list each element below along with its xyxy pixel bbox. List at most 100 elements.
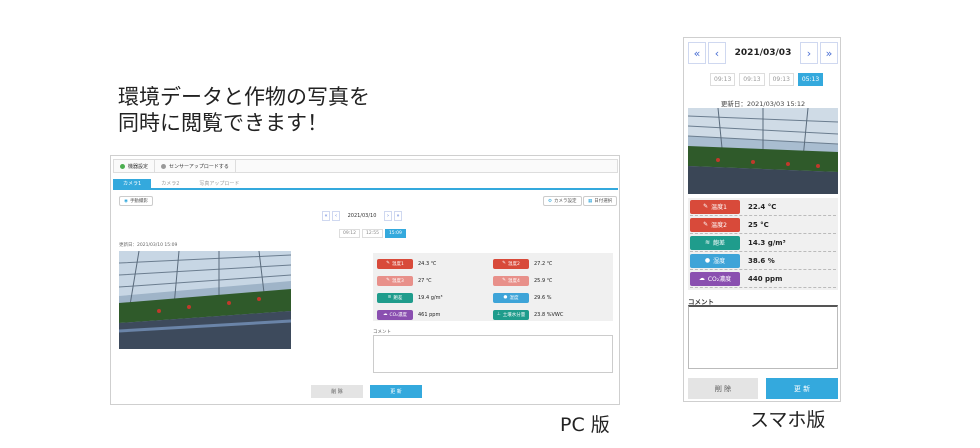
- time-button[interactable]: 09:13: [710, 73, 736, 86]
- sensor-badge: ✎ 温度1: [377, 258, 413, 269]
- pc-date-nav: « ‹ 2021/03/10 › »: [322, 211, 402, 221]
- current-date: 2021/03/10: [347, 213, 377, 219]
- sp-update-button[interactable]: 更 新: [766, 378, 838, 399]
- tab-camera-1[interactable]: カメラ1: [113, 179, 152, 188]
- sensor-label: 温度1: [711, 204, 727, 211]
- sensor-temp-1: ✎ 温度1 22.4 °C: [690, 198, 836, 216]
- date-select-label: 日付選択: [594, 199, 613, 204]
- sensor-value: 27 ℃: [418, 277, 432, 284]
- sensor-value: 14.3 g/m³: [748, 238, 786, 247]
- pc-updated-at: 更新日：2021/03/10 15:09: [119, 243, 178, 248]
- time-button-active[interactable]: 05:13: [797, 73, 824, 86]
- sensor-badge: ✎ 温度4: [493, 275, 529, 286]
- co2-icon: ☁: [698, 275, 705, 282]
- next-day-button[interactable]: ›: [384, 211, 392, 221]
- thermometer-icon: ✎: [386, 278, 390, 283]
- pc-tabs: カメラ1 カメラ2 写真アップロード: [113, 179, 618, 190]
- sp-delete-button[interactable]: 削 除: [688, 378, 758, 399]
- prev-week-button[interactable]: «: [688, 42, 706, 64]
- sensor-badge: ● 湿度: [493, 292, 529, 303]
- headline-line-1: 環境データと作物の写真を: [118, 85, 370, 109]
- sensor-value: 22.4 °C: [748, 202, 777, 211]
- sensor-badge: ☁ CO₂濃度: [377, 309, 413, 320]
- sensor-label: CO₂濃度: [389, 312, 408, 318]
- headline-line-2: 同時に閲覧できます！: [118, 111, 328, 135]
- sensor-badge: ☁ CO₂濃度: [690, 271, 740, 286]
- sp-date-nav: « ‹ 2021/03/03 › »: [688, 42, 838, 64]
- pc-delete-button[interactable]: 削 除: [311, 385, 363, 398]
- sp-sensor-panel: ✎ 温度1 22.4 °C ✎ 温度2 25 °C ≋ 飽差 14.3 g/m³ ● 湿…: [688, 198, 838, 290]
- thermometer-icon: ✎: [386, 261, 390, 266]
- time-button[interactable]: 09:13: [739, 73, 765, 86]
- pc-topbar: 機器設定 センサーアップロードする: [113, 159, 618, 173]
- manual-shot-button[interactable]: ◉ 手動撮影: [119, 196, 153, 206]
- sensor-value: 461 ppm: [418, 311, 441, 318]
- humidity-icon: ≋: [704, 239, 710, 246]
- sensor-vpd: ≋ 飽差 14.3 g/m³: [690, 234, 836, 252]
- current-date: 2021/03/03: [734, 48, 792, 58]
- pc-comment-textarea[interactable]: [373, 335, 613, 373]
- date-select-button[interactable]: ▦ 日付選択: [583, 196, 618, 206]
- sensor-value: 23.8 %VWC: [534, 311, 564, 318]
- sp-time-list: 09:13 09:13 09:13 05:13: [710, 73, 824, 86]
- prev-day-button[interactable]: ‹: [708, 42, 726, 64]
- sensor-value: 27.2 ℃: [534, 260, 553, 267]
- humidity-icon: ≋: [387, 295, 392, 300]
- sp-updated-at: 更新日：2021/03/03 15:12: [720, 100, 806, 108]
- sensor-temp-4: ✎ 温度4 25.9 ℃: [493, 272, 609, 289]
- sensor-upload-label: センサーアップロードする: [169, 163, 229, 170]
- sensor-label: 温度2: [507, 261, 520, 267]
- sensor-badge: ✎ 温度3: [377, 275, 413, 286]
- sensor-label: 温度3: [391, 278, 404, 284]
- sensor-label: 土壌水分量: [502, 312, 526, 318]
- sensor-upload-link[interactable]: センサーアップロードする: [155, 160, 236, 172]
- tab-photo-upload[interactable]: 写真アップロード: [189, 179, 250, 188]
- sensor-co2: ☁ CO₂濃度 440 ppm: [690, 270, 836, 288]
- sensor-vpd: ≋ 飽差 19.4 g/m³: [377, 289, 493, 306]
- sensor-badge: ✎ 温度1: [690, 199, 740, 214]
- device-settings-link[interactable]: 機器設定: [114, 160, 156, 172]
- sensor-badge: ✎ 温度2: [690, 217, 740, 232]
- camera-icon: ◉: [124, 198, 128, 204]
- droplet-icon: ●: [704, 257, 711, 264]
- next-week-button[interactable]: »: [820, 42, 838, 64]
- thermometer-icon: ✎: [703, 221, 709, 228]
- time-button[interactable]: 09:12: [339, 229, 360, 238]
- sensor-label: 温度2: [711, 222, 727, 229]
- thermometer-icon: ✎: [502, 278, 506, 283]
- sensor-humidity: ● 湿度 29.6 %: [493, 289, 609, 306]
- sensor-value: 24.3 ℃: [418, 260, 437, 267]
- droplet-icon: ●: [503, 295, 508, 300]
- prev-day-button[interactable]: ‹: [332, 211, 340, 221]
- sensor-badge: ≋ 飽差: [690, 235, 740, 250]
- gear-icon: ⚙: [548, 198, 553, 204]
- sensor-co2: ☁ CO₂濃度 461 ppm: [377, 306, 493, 323]
- sensor-humidity: ● 湿度 38.6 %: [690, 252, 836, 270]
- time-button[interactable]: 09:13: [768, 73, 794, 86]
- sp-comment-textarea[interactable]: [688, 305, 838, 369]
- sp-greenhouse-photo: [688, 108, 838, 194]
- settings-icon: [120, 163, 125, 169]
- manual-shot-label: 手動撮影: [129, 199, 148, 204]
- camera-settings-label: カメラ設定: [554, 199, 577, 204]
- tab-camera-2[interactable]: カメラ2: [151, 179, 190, 188]
- device-settings-label: 機器設定: [128, 163, 149, 170]
- prev-week-button[interactable]: «: [322, 211, 330, 221]
- sensor-badge: ⊥ 土壌水分量: [493, 309, 529, 320]
- thermometer-icon: ✎: [703, 203, 709, 210]
- time-button[interactable]: 12:55: [361, 229, 383, 238]
- sensor-label: 湿度: [713, 258, 726, 265]
- sensor-temp-2: ✎ 温度2 27.2 ℃: [493, 255, 609, 272]
- sensor-temp-3: ✎ 温度3 27 ℃: [377, 272, 493, 289]
- next-day-button[interactable]: ›: [800, 42, 818, 64]
- sensor-temp-1: ✎ 温度1 24.3 ℃: [377, 255, 493, 272]
- sensor-value: 440 ppm: [748, 274, 783, 283]
- camera-settings-button[interactable]: ⚙ カメラ設定: [543, 196, 582, 206]
- sensor-label: CO₂濃度: [707, 276, 732, 283]
- time-button-active[interactable]: 15:09: [384, 229, 406, 238]
- greenhouse-photo-image: [688, 108, 838, 194]
- pc-update-button[interactable]: 更 新: [370, 385, 422, 398]
- next-week-button[interactable]: »: [394, 211, 402, 221]
- sensor-badge: ● 湿度: [690, 253, 740, 268]
- sensor-label: 温度4: [507, 278, 520, 284]
